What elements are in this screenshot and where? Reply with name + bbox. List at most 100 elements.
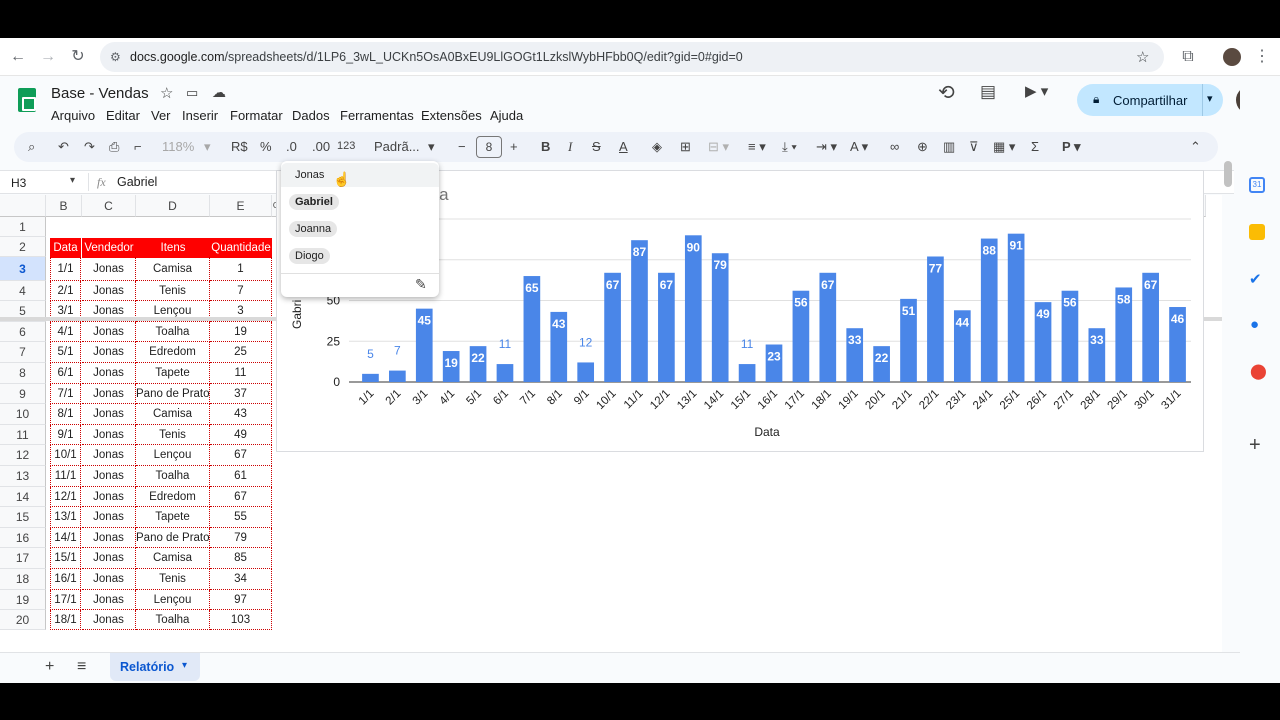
formula-input[interactable]: Gabriel <box>117 175 157 189</box>
menu-ferramentas[interactable]: Ferramentas <box>340 108 414 123</box>
row-header-8[interactable]: 8 <box>0 363 46 384</box>
undo-icon[interactable]: ↶ <box>58 139 69 155</box>
table-cell[interactable]: 67 <box>210 487 272 507</box>
table-cell[interactable]: 5/1 <box>50 342 81 363</box>
paragraph-style-icon[interactable]: P ▾ <box>1062 139 1081 155</box>
row-header-17[interactable]: 17 <box>0 548 46 569</box>
table-cell[interactable]: Jonas <box>82 425 136 445</box>
table-cell[interactable]: Jonas <box>82 281 136 301</box>
profile-avatar[interactable] <box>1223 48 1241 66</box>
column-header-c[interactable]: C <box>82 195 136 217</box>
table-cell[interactable]: 37 <box>210 384 272 404</box>
calendar-icon[interactable]: 31 <box>1249 177 1265 193</box>
row-header-4[interactable]: 4 <box>0 281 46 301</box>
table-cell[interactable]: Toalha <box>136 322 210 342</box>
table-cell[interactable]: 17/1 <box>50 590 81 610</box>
chart-bar-14/1[interactable] <box>711 253 729 382</box>
browser-menu-icon[interactable]: ⋮ <box>1252 47 1272 67</box>
table-cell[interactable]: Edredom <box>136 487 210 507</box>
table-header-cell[interactable]: Quantidade <box>210 238 272 258</box>
table-cell[interactable]: Tapete <box>136 507 210 528</box>
table-cell[interactable]: 16/1 <box>50 569 81 590</box>
table-cell[interactable]: Jonas <box>82 528 136 548</box>
row-header-13[interactable]: 13 <box>0 466 46 487</box>
table-cell[interactable]: Toalha <box>136 466 210 487</box>
table-cell[interactable]: Jonas <box>82 548 136 569</box>
table-cell[interactable]: 7 <box>210 281 272 301</box>
table-cell[interactable]: 6/1 <box>50 363 81 384</box>
row-header-3[interactable]: 3 <box>0 257 46 281</box>
table-cell[interactable]: Edredom <box>136 342 210 363</box>
table-cell[interactable]: 11/1 <box>50 466 81 487</box>
merge-cells-icon[interactable]: ⊟ ▾ <box>708 139 729 155</box>
chart-bar-1/1[interactable] <box>362 373 379 382</box>
filter-icon[interactable]: ⊽ <box>969 139 979 155</box>
keep-icon[interactable] <box>1249 224 1265 240</box>
table-cell[interactable]: Jonas <box>82 404 136 425</box>
table-cell[interactable]: Jonas <box>82 445 136 466</box>
chart-bar-24/1[interactable] <box>980 238 998 382</box>
tasks-icon[interactable]: ✔ <box>1249 270 1262 288</box>
insert-comment-icon[interactable]: ⊕ <box>917 139 928 155</box>
sheets-logo-icon[interactable] <box>18 88 36 112</box>
print-icon[interactable]: ⎙ <box>109 139 119 155</box>
name-box-dropdown-icon[interactable]: ▾ <box>70 175 75 186</box>
table-cell[interactable]: 19 <box>210 322 272 342</box>
text-color-icon[interactable]: A <box>619 139 628 154</box>
table-cell[interactable]: 14/1 <box>50 528 81 548</box>
address-bar[interactable]: ⚙ docs.google.com/spreadsheets/d/1LP6_3w… <box>100 42 1164 72</box>
column-header-b[interactable]: B <box>46 195 82 217</box>
dropdown-option-joanna[interactable]: Joanna <box>289 221 338 237</box>
table-cell[interactable]: 103 <box>210 610 272 630</box>
star-icon[interactable]: ☆ <box>160 84 173 102</box>
functions-button[interactable]: Σ <box>1031 139 1039 154</box>
table-cell[interactable]: 79 <box>210 528 272 548</box>
table-cell[interactable]: 10/1 <box>50 445 81 466</box>
menu-arquivo[interactable]: Arquivo <box>51 108 95 123</box>
column-header-e[interactable]: E <box>210 195 272 217</box>
zoom-select[interactable]: 118% <box>162 139 194 154</box>
font-select[interactable]: Padrã... <box>374 139 420 154</box>
table-cell[interactable]: 67 <box>210 445 272 466</box>
table-cell[interactable]: Tenis <box>136 569 210 590</box>
chart-bar-15/1[interactable] <box>738 364 756 382</box>
row-header-14[interactable]: 14 <box>0 487 46 507</box>
menu-formatar[interactable]: Formatar <box>230 108 283 123</box>
history-icon[interactable]: ⟲ <box>938 80 955 105</box>
percent-format-button[interactable]: % <box>260 139 272 154</box>
row-header-7[interactable]: 7 <box>0 342 46 363</box>
table-cell[interactable]: Tenis <box>136 281 210 301</box>
vertical-scrollbar[interactable] <box>1224 161 1232 187</box>
currency-format-button[interactable]: R$ <box>231 139 248 154</box>
table-header-cell[interactable]: Vendedor <box>82 238 136 258</box>
share-button[interactable]: 🔒︎ Compartilhar ▾ <box>1077 84 1223 116</box>
table-cell[interactable]: 9/1 <box>50 425 81 445</box>
table-cell[interactable]: Pano de Prato <box>136 528 210 548</box>
table-cell[interactable]: Jonas <box>82 569 136 590</box>
extensions-icon[interactable]: ⧉ <box>1178 47 1198 67</box>
menu-editar[interactable]: Editar <box>106 108 140 123</box>
table-cell[interactable]: 1/1 <box>50 257 81 281</box>
row-header-9[interactable]: 9 <box>0 384 46 404</box>
decrease-font-icon[interactable]: − <box>458 139 466 154</box>
menu-extensoes[interactable]: Extensões <box>421 108 482 123</box>
insert-link-icon[interactable]: ∞ <box>890 139 899 154</box>
table-header-cell[interactable]: Itens <box>136 238 210 258</box>
table-cell[interactable]: Jonas <box>82 363 136 384</box>
table-cell[interactable]: 97 <box>210 590 272 610</box>
table-cell[interactable]: Tapete <box>136 363 210 384</box>
table-cell[interactable]: Camisa <box>136 404 210 425</box>
table-cell[interactable]: 55 <box>210 507 272 528</box>
table-cell[interactable]: 12/1 <box>50 487 81 507</box>
chart-bar-6/1[interactable] <box>496 364 514 382</box>
text-wrap-icon[interactable]: ⇥ ▾ <box>816 139 837 155</box>
increase-font-icon[interactable]: + <box>510 139 518 154</box>
chart-bar-9/1[interactable] <box>577 362 595 382</box>
increase-decimal-button[interactable]: .00 <box>312 139 330 154</box>
reload-icon[interactable]: ↻ <box>68 47 88 67</box>
chart-bar-2/1[interactable] <box>389 370 406 382</box>
menu-dados[interactable]: Dados <box>292 108 330 123</box>
row-header-12[interactable]: 12 <box>0 445 46 466</box>
table-cell[interactable]: Jonas <box>82 342 136 363</box>
table-cell[interactable]: 13/1 <box>50 507 81 528</box>
